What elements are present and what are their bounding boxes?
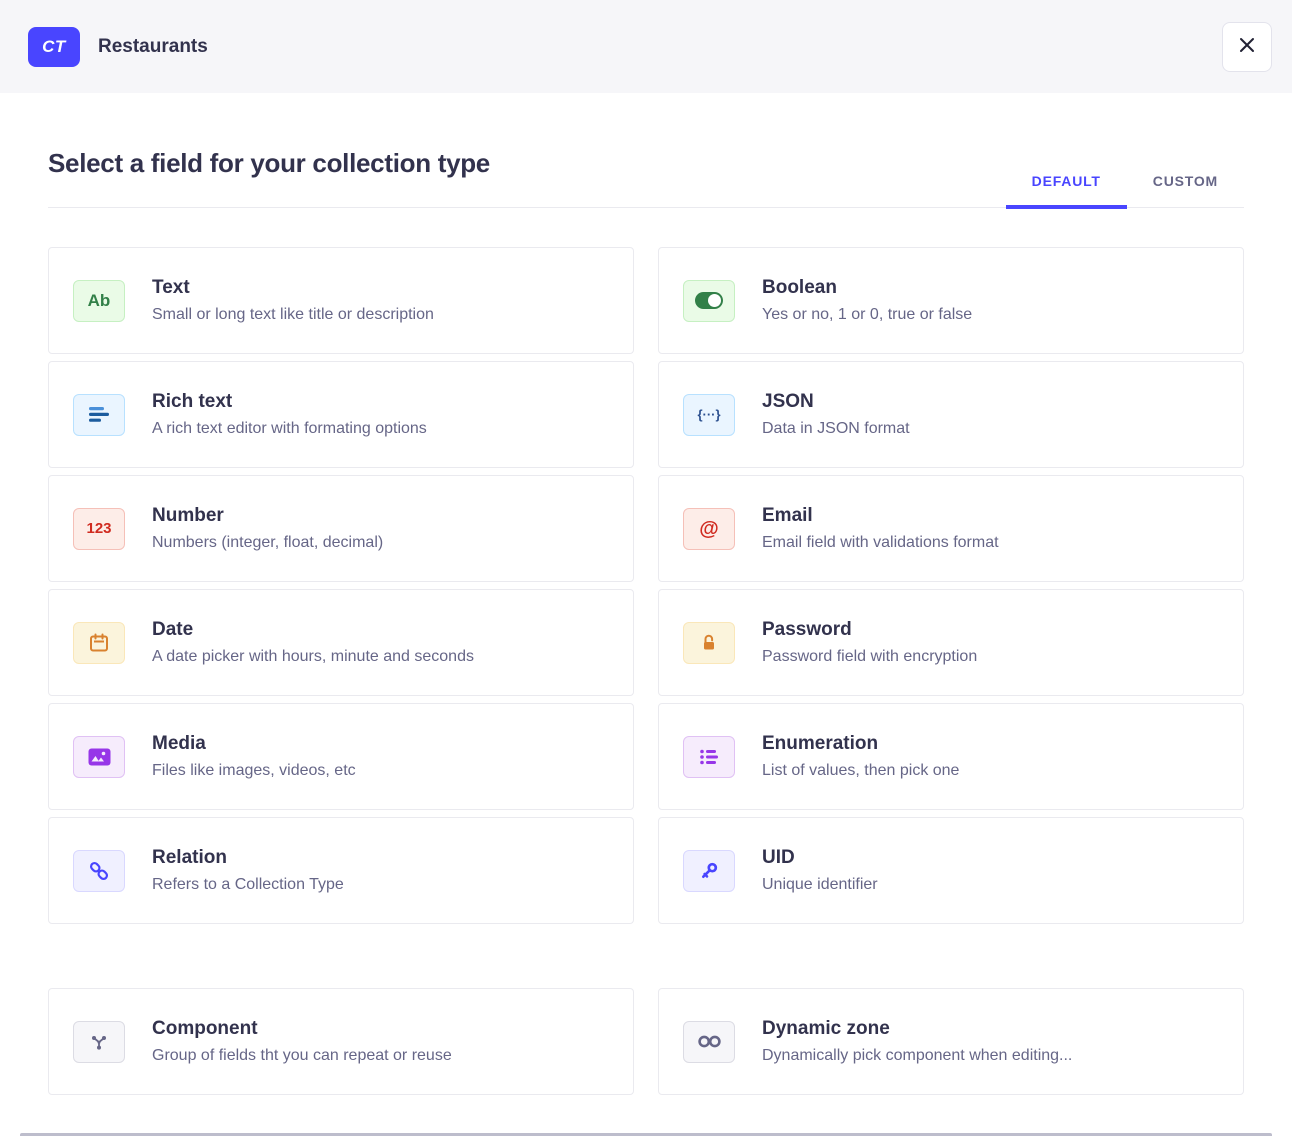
field-title: Date <box>152 619 474 641</box>
field-description: Data in JSON format <box>762 420 910 438</box>
field-title: Rich text <box>152 391 427 413</box>
close-button[interactable] <box>1222 22 1272 72</box>
field-description: A date picker with hours, minute and sec… <box>152 648 474 666</box>
rich-text-icon <box>73 394 125 436</box>
tabs: DEFAULT CUSTOM <box>1006 173 1244 207</box>
field-card-enumeration[interactable]: Enumeration List of values, then pick one <box>658 703 1244 810</box>
uid-key-icon <box>683 850 735 892</box>
field-title: Relation <box>152 847 344 869</box>
field-description: Email field with validations format <box>762 534 999 552</box>
field-description: Yes or no, 1 or 0, true or false <box>762 306 972 324</box>
field-description: List of values, then pick one <box>762 762 959 780</box>
number-icon: 123 <box>73 508 125 550</box>
collection-type-badge: CT <box>28 27 80 67</box>
media-icon <box>73 736 125 778</box>
field-card-text: Rich text A rich text editor with formati… <box>152 391 427 438</box>
field-title: Media <box>152 733 356 755</box>
field-card-media[interactable]: Media Files like images, videos, etc <box>48 703 634 810</box>
field-description: Dynamically pick component when editing.… <box>762 1047 1072 1065</box>
field-card-dynamic-zone[interactable]: Dynamic zone Dynamically pick component w… <box>658 988 1244 1095</box>
field-card-number[interactable]: 123 Number Numbers (integer, float, decima… <box>48 475 634 582</box>
boolean-toggle-icon <box>683 280 735 322</box>
email-icon: @ <box>683 508 735 550</box>
field-description: Unique identifier <box>762 876 878 894</box>
field-description: Numbers (integer, float, decimal) <box>152 534 383 552</box>
field-card-text: Email Email field with validations format <box>762 505 999 552</box>
field-title: Password <box>762 619 977 641</box>
field-card-json[interactable]: {···} JSON Data in JSON format <box>658 361 1244 468</box>
field-card-text: Dynamic zone Dynamically pick component w… <box>762 1018 1072 1065</box>
field-title: Email <box>762 505 999 527</box>
date-icon <box>73 622 125 664</box>
field-title: Dynamic zone <box>762 1018 1072 1040</box>
field-card-relation[interactable]: Relation Refers to a Collection Type <box>48 817 634 924</box>
field-card-text: Boolean Yes or no, 1 or 0, true or false <box>762 277 972 324</box>
field-card-date[interactable]: Date A date picker with hours, minute and… <box>48 589 634 696</box>
field-title: Text <box>152 277 434 299</box>
field-description: Files like images, videos, etc <box>152 762 356 780</box>
field-card-text: Media Files like images, videos, etc <box>152 733 356 780</box>
text-icon: Ab <box>73 280 125 322</box>
field-title: Component <box>152 1018 452 1040</box>
tab-custom[interactable]: CUSTOM <box>1127 173 1244 207</box>
field-card-text: Relation Refers to a Collection Type <box>152 847 344 894</box>
field-card-text: UID Unique identifier <box>762 847 878 894</box>
field-card-text: Enumeration List of values, then pick one <box>762 733 959 780</box>
titlebar: Select a field for your collection type … <box>48 148 1244 208</box>
close-icon <box>1238 36 1256 57</box>
field-title: Boolean <box>762 277 972 299</box>
field-card-text: Date A date picker with hours, minute and… <box>152 619 474 666</box>
component-icon <box>73 1021 125 1063</box>
relation-link-icon <box>73 850 125 892</box>
field-title: UID <box>762 847 878 869</box>
field-title: JSON <box>762 391 910 413</box>
field-grid-advanced: Component Group of fields tht you can rep… <box>48 988 1244 1095</box>
field-card-text: Number Numbers (integer, float, decimal) <box>152 505 383 552</box>
field-card-password[interactable]: Password Password field with encryption <box>658 589 1244 696</box>
modal-title: Restaurants <box>98 36 208 58</box>
dynamic-zone-icon <box>683 1021 735 1063</box>
field-title: Enumeration <box>762 733 959 755</box>
modal-body: Select a field for your collection type … <box>0 148 1292 1095</box>
field-title: Number <box>152 505 383 527</box>
page-title: Select a field for your collection type <box>48 148 490 207</box>
enumeration-icon <box>683 736 735 778</box>
field-description: Refers to a Collection Type <box>152 876 344 894</box>
field-card-boolean[interactable]: Boolean Yes or no, 1 or 0, true or false <box>658 247 1244 354</box>
field-card-uid[interactable]: UID Unique identifier <box>658 817 1244 924</box>
tab-default[interactable]: DEFAULT <box>1006 173 1127 207</box>
field-description: Password field with encryption <box>762 648 977 666</box>
field-card-text: Text Small or long text like title or des… <box>152 277 434 324</box>
password-lock-icon <box>683 622 735 664</box>
field-description: A rich text editor with formating option… <box>152 420 427 438</box>
field-card-component[interactable]: Component Group of fields tht you can rep… <box>48 988 634 1095</box>
field-grid-default: Ab Text Small or long text like title or d… <box>48 247 1244 924</box>
field-card-text: JSON Data in JSON format <box>762 391 910 438</box>
modal-header: CT Restaurants <box>0 0 1292 93</box>
field-description: Small or long text like title or descrip… <box>152 306 434 324</box>
field-description: Group of fields tht you can repeat or re… <box>152 1047 452 1065</box>
field-card-text: Password Password field with encryption <box>762 619 977 666</box>
field-card-text: Component Group of fields tht you can rep… <box>152 1018 452 1065</box>
field-card-text[interactable]: Ab Text Small or long text like title or d… <box>48 247 634 354</box>
field-card-rich-text[interactable]: Rich text A rich text editor with formati… <box>48 361 634 468</box>
json-icon: {···} <box>683 394 735 436</box>
field-card-email[interactable]: @ Email Email field with validations forma… <box>658 475 1244 582</box>
